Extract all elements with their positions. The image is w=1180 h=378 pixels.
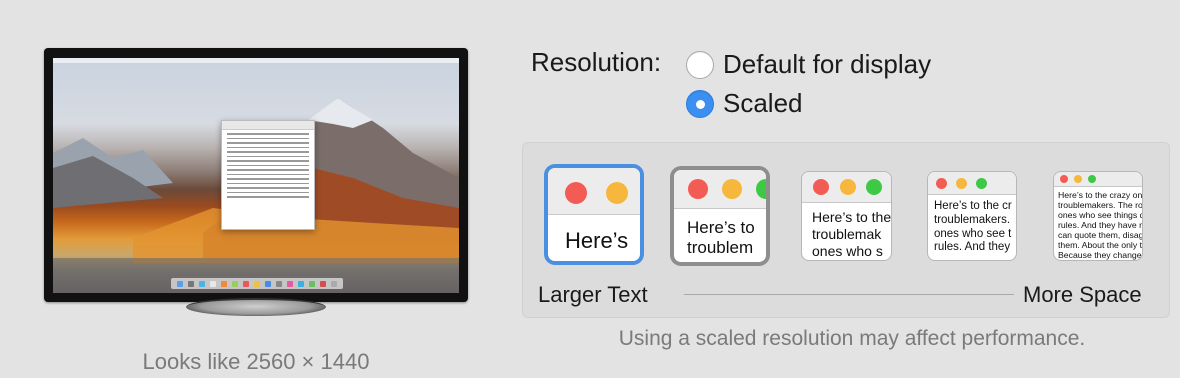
radio-scaled[interactable]: Scaled (686, 88, 803, 119)
monitor-stand (186, 298, 326, 316)
text-document-window (221, 120, 315, 230)
sample-text: Here’s to the troublemak ones who s (812, 209, 892, 259)
radio-button-selected[interactable] (686, 89, 714, 118)
radio-label-default: Default for display (723, 49, 932, 79)
dock (171, 278, 343, 289)
sample-text: Here’s (565, 228, 629, 253)
minimize-dot-icon (840, 179, 856, 195)
scale-option-1[interactable]: Here’s (547, 167, 641, 262)
desktop-wallpaper (53, 58, 459, 293)
close-dot-icon (936, 178, 947, 189)
scale-track-line (684, 294, 1014, 295)
zoom-dot-icon (1088, 175, 1096, 183)
resolution-label: Resolution: (531, 47, 662, 77)
menu-bar (53, 58, 459, 63)
zoom-dot-icon (976, 178, 987, 189)
sample-text: Here’s to the cr troublemakers. ones who… (934, 200, 1012, 254)
radio-label-scaled: Scaled (723, 88, 803, 118)
looks-like-label: Looks like 2560 × 1440 (142, 349, 370, 374)
minimize-dot-icon (722, 179, 742, 199)
performance-note: Using a scaled resolution may affect per… (618, 327, 1086, 350)
display-preview (44, 48, 468, 302)
close-dot-icon (565, 182, 587, 204)
close-dot-icon (813, 179, 829, 195)
radio-button-unselected[interactable] (686, 50, 714, 79)
minimize-dot-icon (1074, 175, 1082, 183)
close-dot-icon (688, 179, 708, 199)
sample-text: Here’s to the crazy one troublemakers. T… (1058, 190, 1143, 260)
larger-text-label: Larger Text (538, 282, 648, 307)
scale-option-5[interactable]: Here’s to the crazy one troublemakers. T… (1053, 171, 1143, 261)
scale-option-3[interactable]: Here’s to the troublemak ones who s (801, 171, 892, 261)
zoom-dot-icon (866, 179, 882, 195)
minimize-dot-icon (956, 178, 967, 189)
radio-default-for-display[interactable]: Default for display (686, 49, 931, 80)
scale-option-4[interactable]: Here’s to the cr troublemakers. ones who… (927, 171, 1017, 261)
more-space-label: More Space (1023, 282, 1142, 307)
minimize-dot-icon (606, 182, 628, 204)
sample-text: Here’s to troublem (687, 218, 755, 258)
scale-option-2[interactable]: Here’s to troublem (673, 169, 767, 263)
close-dot-icon (1060, 175, 1068, 183)
